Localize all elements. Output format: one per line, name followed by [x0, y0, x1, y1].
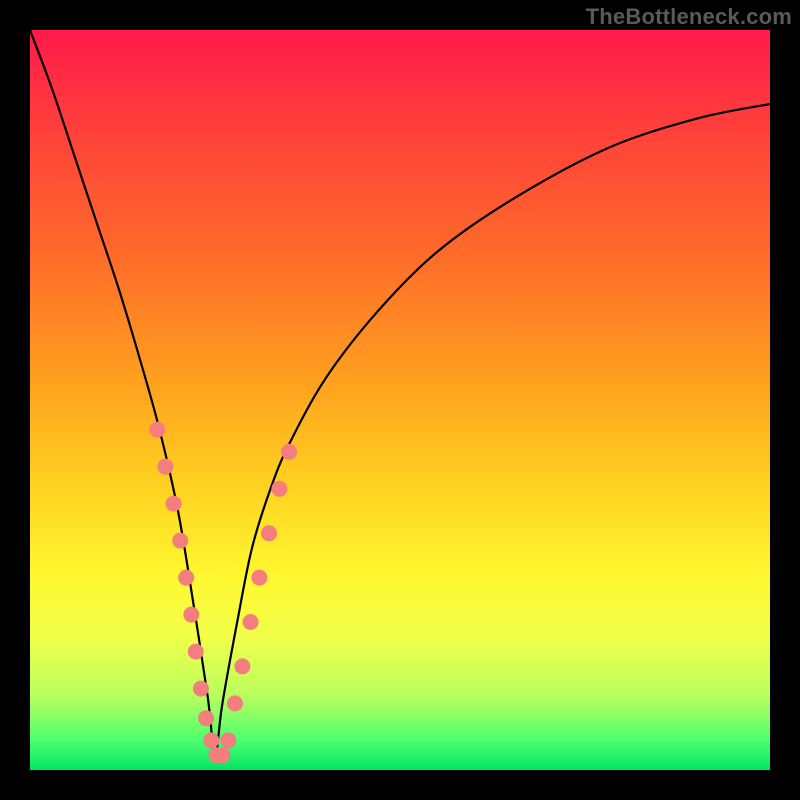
data-point [188, 644, 204, 660]
data-point [166, 496, 182, 512]
data-point [149, 422, 165, 438]
data-markers [149, 422, 297, 764]
plot-area [30, 30, 770, 770]
data-point [271, 481, 287, 497]
data-point [203, 732, 219, 748]
bottleneck-curve [30, 30, 770, 770]
data-point [234, 658, 250, 674]
data-point [198, 710, 214, 726]
data-point [157, 459, 173, 475]
chart-frame: TheBottleneck.com [0, 0, 800, 800]
data-point [183, 607, 199, 623]
watermark-text: TheBottleneck.com [586, 4, 792, 30]
curve-line [30, 30, 770, 755]
data-point [220, 732, 236, 748]
data-point [172, 533, 188, 549]
data-point [214, 747, 230, 763]
data-point [178, 570, 194, 586]
data-point [251, 570, 267, 586]
data-point [193, 681, 209, 697]
data-point [227, 695, 243, 711]
data-point [261, 525, 277, 541]
data-point [243, 614, 259, 630]
data-point [281, 444, 297, 460]
